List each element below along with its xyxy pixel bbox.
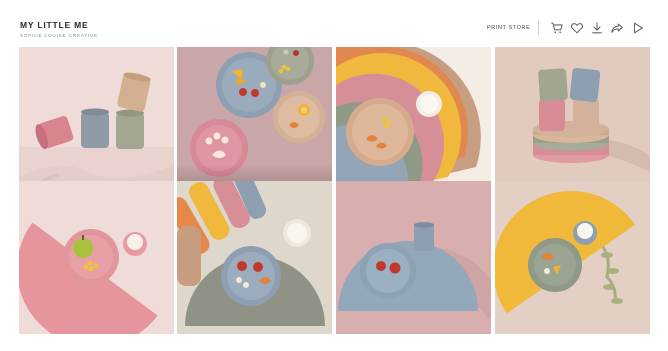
header-divider [538,21,539,35]
print-store-link[interactable]: PRINT STORE [487,25,530,31]
play-icon[interactable] [631,21,645,35]
photo-image [495,181,650,334]
gallery-photo-plates-fruit[interactable] [177,47,332,200]
gallery-photo-blue-placemat[interactable] [336,181,491,334]
photo-image [19,47,174,200]
photo-image [336,47,491,200]
gallery-photo-green-placemat[interactable] [177,181,332,334]
cart-icon[interactable] [550,21,564,35]
gallery-photo-stacked-cups[interactable] [495,47,650,200]
site-title[interactable]: MY LITTLE ME [20,20,88,30]
download-icon[interactable] [590,21,604,35]
photo-image [336,181,491,334]
heart-icon[interactable] [570,21,584,35]
photo-image [177,181,332,334]
gallery-photo-stacked-placemats[interactable] [336,47,491,200]
gallery-photo-cups[interactable] [19,47,174,200]
photo-image [495,47,650,200]
site-subtitle: SOPHIE LOUISE CREATIVE [20,33,98,38]
gallery-photo-yellow-placemat[interactable] [495,181,650,334]
photo-image [19,181,174,334]
gallery-photo-pink-placemat[interactable] [19,181,174,334]
share-icon[interactable] [610,21,624,35]
site-header: MY LITTLE ME SOPHIE LOUISE CREATIVE PRIN… [0,0,668,44]
